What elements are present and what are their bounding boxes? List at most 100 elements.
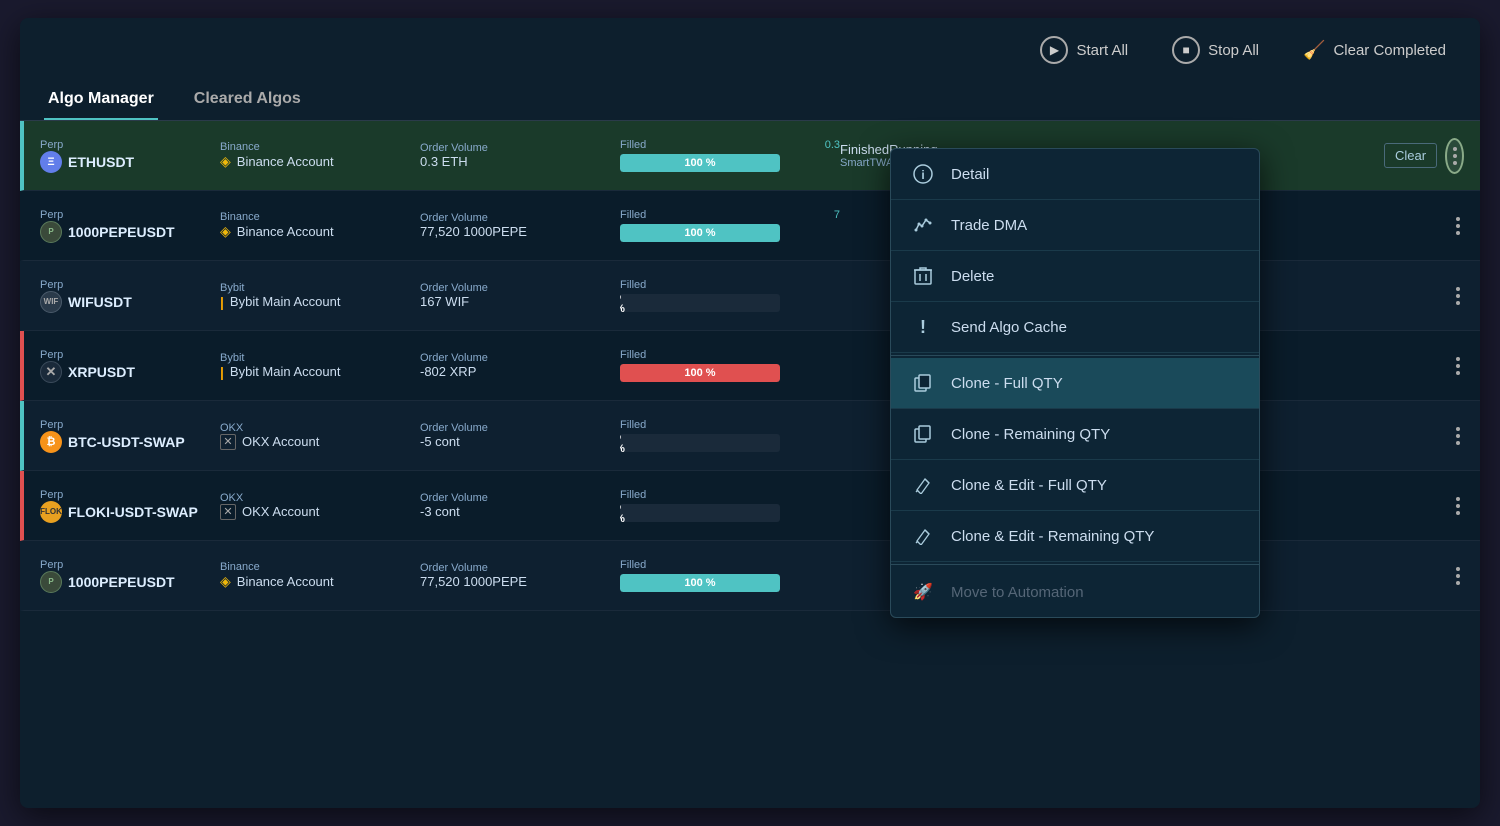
tab-cleared-algos[interactable]: Cleared Algos [190, 82, 305, 120]
row-menu-button[interactable] [1452, 283, 1464, 309]
dot2 [1456, 434, 1460, 438]
instrument-name: ₿ BTC-USDT-SWAP [40, 431, 220, 453]
col-action: Clear [1384, 138, 1464, 174]
app-container: ▶ Start All ■ Stop All 🧹 Clear Completed… [20, 18, 1480, 808]
trash-icon [911, 264, 935, 288]
instrument-name: WIF WIFUSDT [40, 291, 220, 313]
menu-item-move-to-automation[interactable]: 🚀 Move to Automation [891, 567, 1259, 617]
dot2 [1456, 294, 1460, 298]
menu-item-clone-full-qty[interactable]: Clone - Full QTY [891, 358, 1259, 409]
menu-label-trade-dma: Trade DMA [951, 217, 1027, 234]
row-menu-button[interactable] [1452, 353, 1464, 379]
tab-header: Algo Manager Cleared Algos [20, 82, 1480, 121]
exchange-account: | Bybit Main Account [220, 294, 420, 310]
col-filled: Filled 7 100 % [620, 209, 840, 242]
row-menu-button[interactable] [1452, 423, 1464, 449]
clear-completed-button[interactable]: 🧹 Clear Completed [1293, 34, 1456, 67]
row-menu-button[interactable] [1452, 493, 1464, 519]
row-menu-button[interactable] [1452, 213, 1464, 239]
table-row: Perp P 1000PEPEUSDT Binance ◈ Binance Ac… [20, 191, 1480, 261]
col-exchange: OKX ✕ OKX Account [220, 422, 420, 450]
col-filled: Filled 0.3 100 % [620, 139, 840, 172]
pen2-icon [911, 524, 935, 548]
instrument-name: ✕ XRPUSDT [40, 361, 220, 383]
dot3 [1456, 371, 1460, 375]
clone2-icon [911, 422, 935, 446]
progress-fill: 100 % [620, 224, 780, 242]
dot3 [1456, 511, 1460, 515]
dot3 [1456, 581, 1460, 585]
progress-bar: 0 % [620, 294, 780, 312]
tab-algo-manager[interactable]: Algo Manager [44, 82, 158, 120]
okx-icon: ✕ [220, 504, 236, 520]
menu-label-move-to-automation: Move to Automation [951, 584, 1084, 601]
row-menu-button[interactable] [1452, 563, 1464, 589]
progress-bar: 100 % [620, 154, 780, 172]
exchange-account: ◈ Binance Account [220, 223, 420, 240]
start-all-button[interactable]: ▶ Start All [1030, 30, 1138, 70]
col-action [1384, 353, 1464, 379]
coin-icon-eth: Ξ [40, 151, 62, 173]
col-instrument: Perp ₿ BTC-USDT-SWAP [40, 419, 220, 453]
progress-bar: 0 % [620, 504, 780, 522]
menu-item-clone-edit-full-qty[interactable]: Clone & Edit - Full QTY [891, 460, 1259, 511]
dot2 [1456, 224, 1460, 228]
menu-label-clone-edit-full-qty: Clone & Edit - Full QTY [951, 477, 1107, 494]
dot2 [1456, 504, 1460, 508]
menu-label-send-algo-cache: Send Algo Cache [951, 319, 1067, 336]
coin-icon-floki: FLOK [40, 501, 62, 523]
clone-icon [911, 371, 935, 395]
menu-item-trade-dma[interactable]: Trade DMA [891, 200, 1259, 251]
menu-divider-1 [891, 355, 1259, 356]
menu-item-detail[interactable]: i Detail [891, 149, 1259, 200]
col-exchange: OKX ✕ OKX Account [220, 492, 420, 520]
menu-divider-2 [891, 564, 1259, 565]
dot2 [1453, 154, 1457, 158]
clear-completed-label: Clear Completed [1333, 42, 1446, 59]
instrument-name: P 1000PEPEUSDT [40, 571, 220, 593]
row-menu-button[interactable] [1445, 138, 1464, 174]
col-filled: Filled 0 % [620, 419, 840, 452]
instrument-name: FLOK FLOKI-USDT-SWAP [40, 501, 220, 523]
col-action [1384, 563, 1464, 589]
dot1 [1456, 357, 1460, 361]
col-exchange: Bybit | Bybit Main Account [220, 352, 420, 380]
info-icon: i [911, 162, 935, 186]
menu-item-delete[interactable]: Delete [891, 251, 1259, 302]
binance-icon: ◈ [220, 573, 231, 590]
stop-all-label: Stop All [1208, 42, 1259, 59]
menu-item-send-algo-cache[interactable]: ! Send Algo Cache [891, 302, 1259, 353]
col-volume: Order Volume -802 XRP [420, 352, 620, 379]
exchange-account: ◈ Binance Account [220, 573, 420, 590]
col-exchange: Binance ◈ Binance Account [220, 561, 420, 590]
dot1 [1456, 567, 1460, 571]
coin-icon-pepe2: P [40, 571, 62, 593]
progress-fill: 100 % [620, 574, 780, 592]
table-row: Perp FLOK FLOKI-USDT-SWAP OKX ✕ OKX Acco… [20, 471, 1480, 541]
col-volume: Order Volume 167 WIF [420, 282, 620, 309]
dot1 [1453, 147, 1457, 151]
stop-all-button[interactable]: ■ Stop All [1162, 30, 1269, 70]
table-row: Perp ✕ XRPUSDT Bybit | Bybit Main Accoun… [20, 331, 1480, 401]
clear-button[interactable]: Clear [1384, 143, 1437, 168]
col-instrument: Perp P 1000PEPEUSDT [40, 559, 220, 593]
menu-item-clone-remaining-qty[interactable]: Clone - Remaining QTY [891, 409, 1259, 460]
binance-icon: ◈ [220, 153, 231, 170]
progress-bar: 100 % [620, 574, 780, 592]
col-exchange: Binance ◈ Binance Account [220, 211, 420, 240]
context-menu: i Detail Trade DMA [890, 148, 1260, 618]
progress-fill: 100 % [620, 364, 780, 382]
start-all-icon: ▶ [1040, 36, 1068, 64]
coin-icon-wif: WIF [40, 291, 62, 313]
bybit-icon: | [220, 294, 224, 310]
exchange-account: ✕ OKX Account [220, 434, 420, 450]
col-filled: Filled 0 % [620, 489, 840, 522]
dot3 [1456, 301, 1460, 305]
menu-item-clone-edit-remaining-qty[interactable]: Clone & Edit - Remaining QTY [891, 511, 1259, 562]
okx-icon: ✕ [220, 434, 236, 450]
col-instrument: Perp ✕ XRPUSDT [40, 349, 220, 383]
exchange-account: ✕ OKX Account [220, 504, 420, 520]
table-row: Perp Ξ ETHUSDT Binance ◈ Binance Account… [20, 121, 1480, 191]
dot1 [1456, 217, 1460, 221]
col-instrument: Perp Ξ ETHUSDT [40, 139, 220, 173]
